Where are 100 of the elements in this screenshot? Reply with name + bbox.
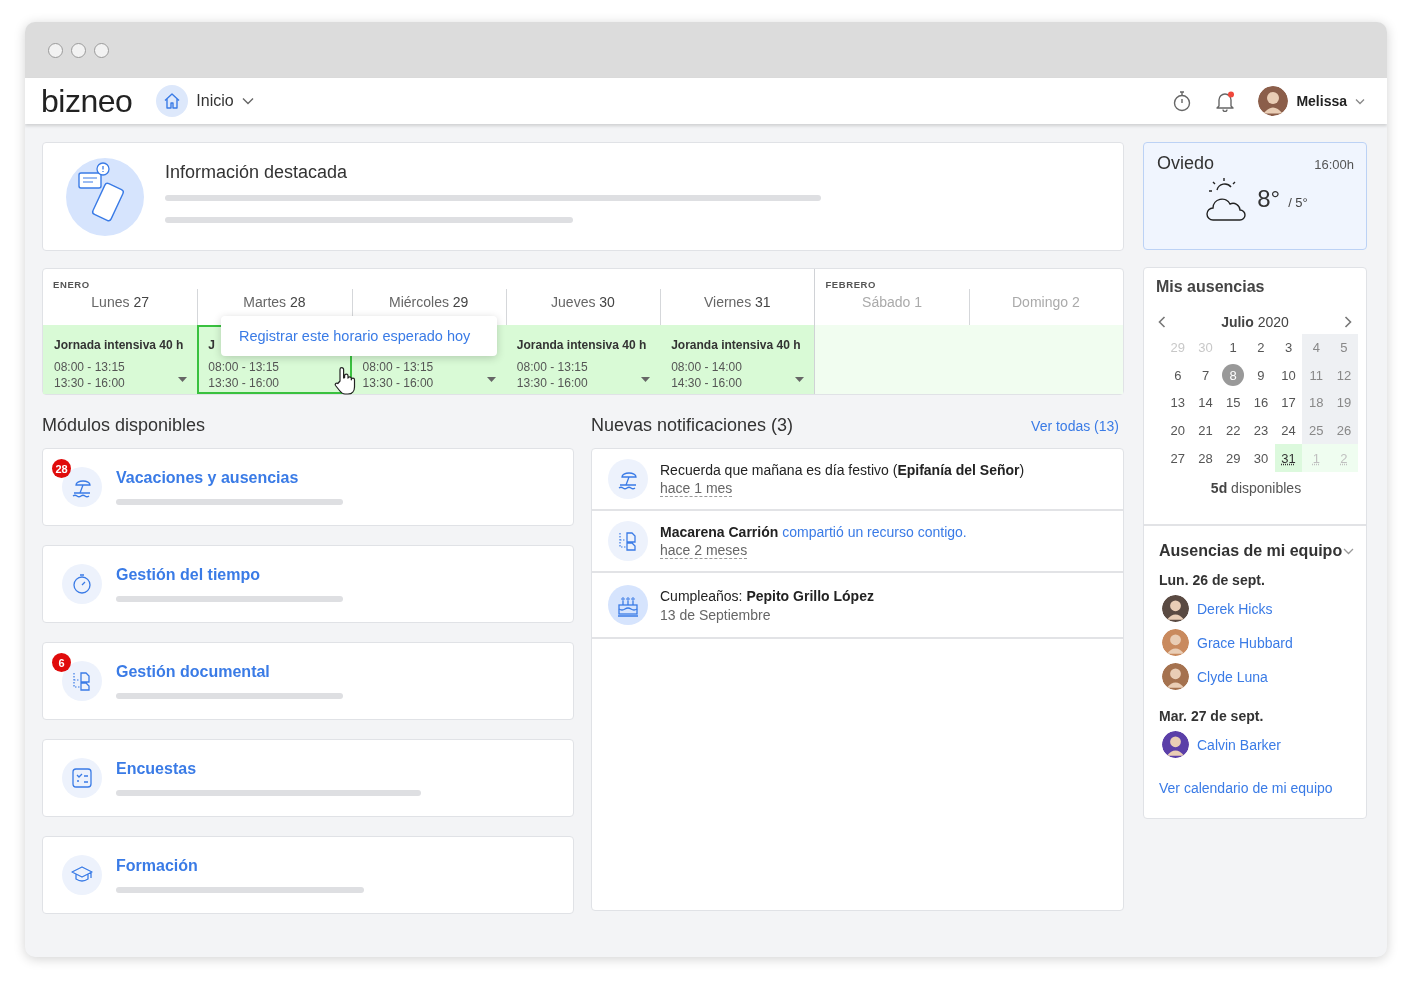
day-heading: Miércoles 29: [388, 294, 470, 310]
view-all-link[interactable]: Ver todas (13): [1031, 418, 1119, 434]
chevron-down-icon: [1343, 547, 1354, 555]
notification-text: Recuerda que mañana es día festivo (Epifanía del Señor): [660, 461, 1025, 478]
module-link[interactable]: Gestión documental: [116, 663, 343, 681]
weather-time: 16:00h: [1314, 157, 1354, 172]
calendar-day[interactable]: 9: [1247, 361, 1275, 390]
shift-cell[interactable]: Jornada intensiva 40 h 08:00 - 13:15 13:30 - 16:00: [43, 325, 198, 394]
chevron-right-icon: [1344, 316, 1352, 328]
calendar-day[interactable]: 24: [1274, 416, 1303, 445]
calendar-day[interactable]: 13: [1164, 389, 1192, 417]
calendar-day[interactable]: 27: [1164, 444, 1192, 472]
calendar-day[interactable]: 7: [1191, 361, 1220, 390]
day-heading: Domingo 2: [1011, 294, 1081, 310]
calendar-day[interactable]: 6: [1164, 361, 1192, 390]
section-title: Módulos disponibles: [42, 415, 207, 437]
calendar-day[interactable]: 14: [1191, 389, 1220, 417]
featured-title: Información destacada: [165, 162, 349, 183]
chevron-left-icon: [1158, 316, 1166, 328]
shift-time: 08:00 - 13:15: [516, 359, 588, 375]
day-heading: Jueves 30: [550, 294, 616, 310]
avatar: [1258, 86, 1289, 116]
chevron-down-icon: [1355, 97, 1365, 105]
tooltip[interactable]: Registrar este horario esperado hoy: [221, 316, 497, 356]
low-temperature: / 5°: [1288, 194, 1308, 210]
module-link[interactable]: Vacaciones y ausencias: [116, 469, 343, 487]
calendar-day[interactable]: 16: [1247, 389, 1275, 417]
days-available: 5d disponibles: [1209, 479, 1303, 496]
caret-icon[interactable]: [486, 377, 496, 382]
caret-icon[interactable]: [795, 377, 805, 382]
avatar: [1162, 731, 1189, 758]
shift-time: 08:00 - 14:00: [671, 359, 742, 375]
user-menu-button[interactable]: Melissa: [1258, 86, 1365, 116]
calendar-day[interactable]: 1: [1219, 334, 1248, 362]
temperature: 8°: [1257, 185, 1281, 213]
shift-title: J: [208, 337, 215, 353]
person-link[interactable]: Grace Hubbard: [1197, 634, 1293, 651]
team-calendar-link[interactable]: Ver calendario de mi equipo: [1159, 780, 1354, 796]
shift-title: Jornada intensiva 40 h: [54, 337, 184, 353]
person-link[interactable]: Derek Hicks: [1197, 600, 1273, 617]
calendar-day[interactable]: 17: [1274, 389, 1303, 417]
day-heading: Lunes 27: [90, 294, 150, 310]
stopwatch-icon: [70, 572, 94, 596]
calendar-day[interactable]: 28: [1191, 444, 1220, 472]
avatar: [1162, 629, 1189, 656]
caret-icon[interactable]: [178, 377, 188, 382]
calendar-day[interactable]: 21: [1191, 416, 1220, 445]
notification-time: hace 1 mes: [660, 480, 733, 497]
notification-time: hace 2 meses: [660, 542, 748, 559]
shift-time: 13:30 - 16:00: [54, 375, 125, 391]
chevron-down-icon: [241, 97, 254, 105]
module-link[interactable]: Formación: [116, 857, 364, 875]
stopwatch-icon[interactable]: [1172, 90, 1193, 112]
avatar: [1162, 663, 1189, 690]
module-link[interactable]: Gestión del tiempo: [116, 566, 343, 584]
calendar-day[interactable]: 31: [1274, 444, 1303, 472]
notification-text: Macarena Carrión: [660, 523, 779, 540]
calendar-day[interactable]: 29: [1219, 444, 1248, 472]
notification-time: 13 de Septiembre: [660, 606, 771, 623]
month-title: Julio 2020: [1221, 314, 1289, 330]
home-nav-button[interactable]: Inicio: [156, 85, 254, 117]
calendar-day[interactable]: 3: [1274, 334, 1303, 362]
count-badge: 28: [52, 459, 71, 478]
date-label: Lun. 26 de sept.: [1159, 572, 1266, 588]
window-control[interactable]: [48, 42, 63, 58]
window-control[interactable]: [94, 42, 109, 58]
module-link[interactable]: Encuestas: [116, 760, 421, 778]
day-heading: Viernes 31: [702, 294, 772, 310]
day-heading: Martes 28: [242, 294, 307, 310]
person-link[interactable]: Calvin Barker: [1197, 736, 1282, 753]
logo[interactable]: bizneo: [41, 85, 133, 117]
calendar-day[interactable]: 30: [1247, 444, 1275, 472]
avatar: [1162, 595, 1189, 622]
month-label: ENERO: [53, 279, 91, 292]
count-badge: 6: [52, 653, 71, 672]
person-link[interactable]: Clyde Luna: [1197, 668, 1268, 685]
shift-cell[interactable]: Joranda intensiva 40 h 08:00 - 13:15 13:30 - 16:00: [505, 325, 661, 394]
team-absences-toggle[interactable]: Ausencias de mi equipo: [1159, 542, 1354, 560]
next-month-button[interactable]: [1344, 316, 1352, 328]
shift-cell[interactable]: Joranda intensiva 40 h 08:00 - 14:00 14:30 - 16:00: [660, 325, 815, 394]
calendar-day[interactable]: 2: [1247, 334, 1275, 362]
bell-icon[interactable]: [1214, 90, 1237, 112]
calendar-day[interactable]: 23: [1247, 416, 1275, 445]
calendar-day[interactable]: 22: [1219, 416, 1248, 445]
shift-time: 13:30 - 16:00: [362, 375, 434, 391]
resource-link[interactable]: compartió un recurso contigo.: [782, 523, 967, 540]
caret-icon[interactable]: [641, 377, 651, 382]
shift-time: 13:30 - 16:00: [208, 375, 279, 391]
phone-message-icon: [65, 157, 145, 237]
shift-title: Joranda intensiva 40 h: [671, 337, 801, 353]
calendar-day[interactable]: 10: [1274, 361, 1303, 390]
shift-time: 14:30 - 16:00: [671, 375, 742, 391]
calendar-day[interactable]: 20: [1164, 416, 1192, 445]
shift-time: 13:30 - 16:00: [516, 375, 588, 391]
shift-time: 08:00 - 13:15: [362, 359, 434, 375]
window-control[interactable]: [71, 42, 86, 58]
card-title: Mis ausencias: [1156, 278, 1266, 296]
calendar-day[interactable]: 15: [1219, 389, 1248, 417]
previous-month-button[interactable]: [1158, 316, 1166, 328]
date-label: Mar. 27 de sept.: [1159, 708, 1265, 724]
